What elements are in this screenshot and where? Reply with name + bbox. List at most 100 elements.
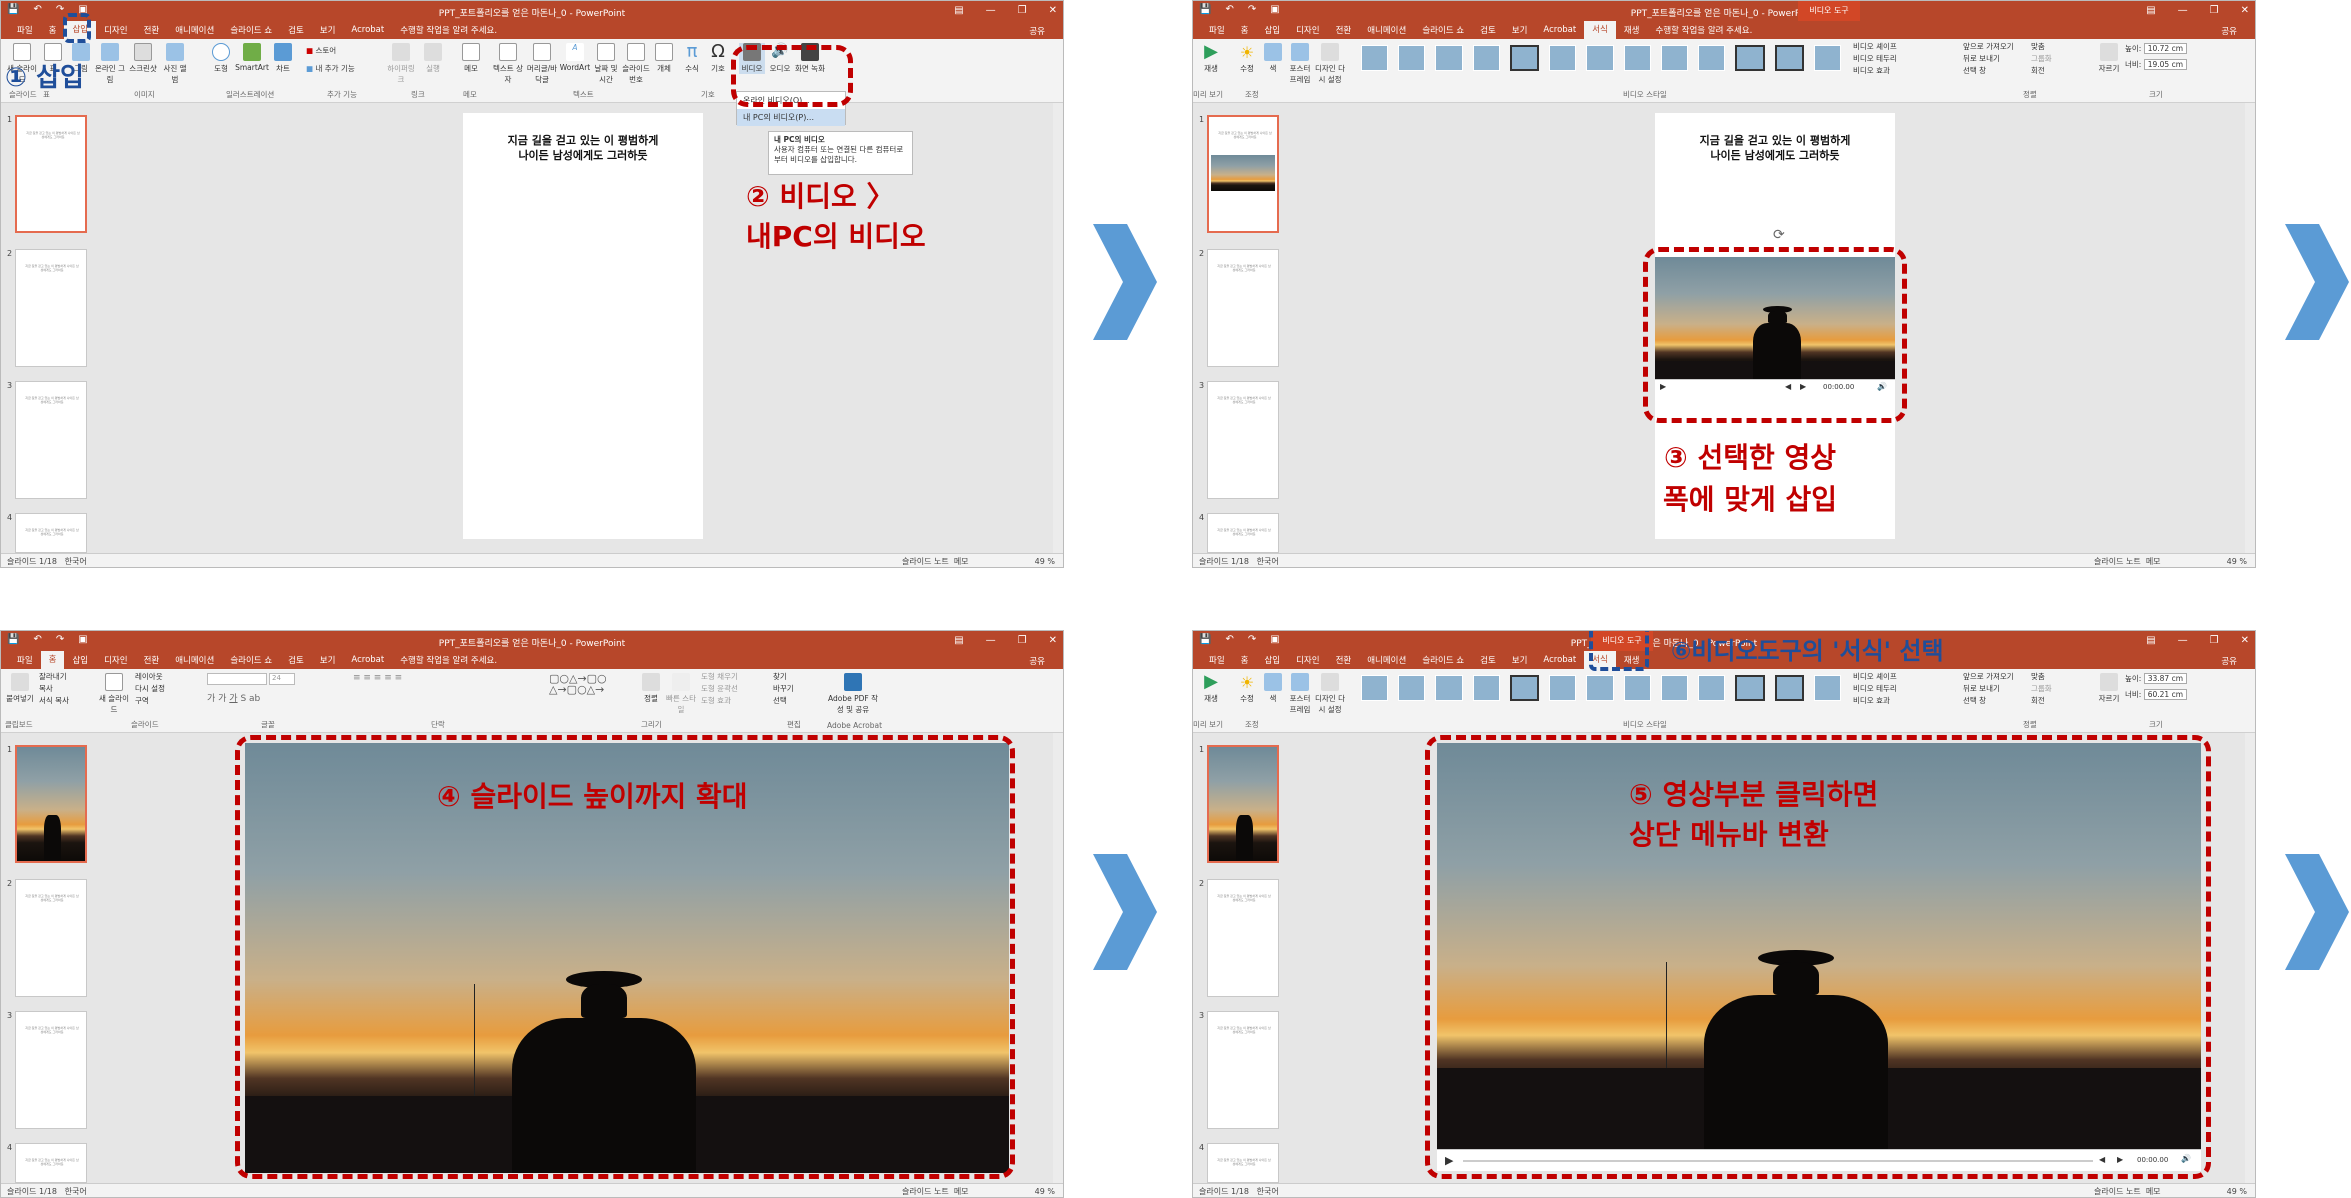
video-style-thumb[interactable] [1435,675,1463,701]
notes-button[interactable]: 슬라이드 노트 [902,1187,949,1196]
slide-canvas[interactable]: 지금 길을 걷고 있는 이 평범하게 나이든 남성에게도 그러하듯 [463,113,703,539]
tab-home[interactable]: 홈 [40,651,65,669]
minimize-icon[interactable]: — [2178,5,2188,16]
tab-review[interactable]: 검토 [1472,24,1504,36]
close-icon[interactable]: ✕ [2241,635,2249,646]
shape-effects-button[interactable]: 도형 효과 [701,695,761,706]
tab-transitions[interactable]: 전환 [136,654,168,666]
slide-thumbnail[interactable]: 지금 길을 걷고 있는 이 평범하게 나이든 남성에게도 그러하듯 [1207,381,1279,499]
video-style-thumb[interactable] [1398,45,1426,71]
crop-button[interactable]: 자르기 [2097,43,2121,74]
tab-review[interactable]: 검토 [280,24,312,36]
shape-fill-button[interactable]: 도형 채우기 [701,671,761,682]
ribbon-display-icon[interactable]: ▤ [954,5,963,16]
object-button[interactable]: 개체 [653,43,675,74]
tab-transitions[interactable]: 전환 [136,24,168,36]
textbox-button[interactable]: 텍스트 상자 [493,43,523,85]
minimize-icon[interactable]: — [986,5,996,16]
height-field[interactable]: 높이: 33.87 cm [2125,673,2205,684]
tab-design[interactable]: 디자인 [1288,654,1327,666]
comments-button[interactable]: 메모 [954,1187,969,1196]
language-indicator[interactable]: 한국어 [1257,1187,1279,1196]
comments-button[interactable]: 메모 [2146,1187,2161,1196]
shape-outline-button[interactable]: 도형 윤곽선 [701,683,761,694]
comments-button[interactable]: 메모 [954,557,969,566]
slide-thumbnail[interactable]: 지금 길을 걷고 있는 이 평범하게 나이든 남성에게도 그러하듯 [1207,249,1279,367]
group-button[interactable]: 그룹화 [2031,53,2071,64]
zoom-level[interactable]: 49 % [1035,557,1055,566]
tab-insert[interactable]: 삽입 [1256,654,1288,666]
notes-button[interactable]: 슬라이드 노트 [2094,557,2141,566]
video-style-thumb[interactable] [1586,45,1614,71]
format-painter-button[interactable]: 서식 복사 [39,695,89,706]
minimize-icon[interactable]: — [2178,635,2188,646]
symbol-button[interactable]: Ω 기호 [707,43,729,74]
find-button[interactable]: 찾기 [773,671,813,682]
tab-file[interactable]: 파일 [1201,654,1233,666]
slide-thumbnail[interactable] [15,745,87,863]
chart-button[interactable]: 차트 [271,43,295,74]
slide-thumbnail[interactable]: 지금 길을 걷고 있는 이 평범하게 나이든 남성에게도 그러하듯 [1207,513,1279,553]
share-button[interactable]: 공유 [2213,25,2245,37]
video-style-thumb[interactable] [1549,675,1577,701]
video-style-thumb[interactable] [1549,45,1577,71]
copy-button[interactable]: 복사 [39,683,89,694]
video-style-thumb[interactable] [1660,675,1689,701]
menu-item-video-on-my-pc[interactable]: 내 PC의 비디오(P)... [737,109,845,126]
tab-acrobat[interactable]: Acrobat [1535,25,1584,35]
tab-design[interactable]: 디자인 [1288,24,1327,36]
width-field[interactable]: 너비: 19.05 cm [2125,59,2205,70]
video-style-thumb[interactable] [1361,45,1389,71]
selection-pane-button[interactable]: 선택 창 [1963,695,2023,706]
comments-button[interactable]: 메모 [2146,557,2161,566]
video-style-thumb[interactable] [1472,45,1500,71]
tab-animations[interactable]: 애니메이션 [167,24,222,36]
tab-acrobat[interactable]: Acrobat [343,25,392,35]
tab-review[interactable]: 검토 [1472,654,1504,666]
video-style-thumb[interactable] [1813,45,1842,71]
restore-icon[interactable]: ❐ [1018,5,1027,16]
width-field[interactable]: 너비: 60.21 cm [2125,689,2205,700]
video-style-thumb[interactable] [1698,675,1726,701]
video-style-thumb[interactable] [1361,675,1389,701]
poster-frame-button[interactable]: 포스터 프레임 [1287,43,1313,85]
video-border-button[interactable]: 비디오 테두리 [1853,53,1913,64]
rotate-button[interactable]: 회전 [2031,695,2071,706]
tab-view[interactable]: 보기 [312,654,344,666]
tab-home[interactable]: 홈 [41,24,65,36]
corrections-button[interactable]: ☀ 수정 [1235,43,1259,74]
my-addins-button[interactable]: ■ 내 추가 기능 [306,63,366,74]
zoom-level[interactable]: 49 % [1035,1187,1055,1196]
tab-design[interactable]: 디자인 [96,24,135,36]
font-format-icons[interactable]: 가 가 가 S ab [207,691,260,704]
tab-insert[interactable]: 삽입 [1256,24,1288,36]
zoom-level[interactable]: 49 % [2227,557,2247,566]
tab-transitions[interactable]: 전환 [1328,654,1360,666]
tab-view[interactable]: 보기 [1504,654,1536,666]
tab-review[interactable]: 검토 [280,654,312,666]
restore-icon[interactable]: ❐ [2210,5,2219,16]
slide-thumbnail[interactable] [1207,745,1279,863]
rotate-button[interactable]: 회전 [2031,65,2071,76]
tell-me-box[interactable]: 수행할 작업을 알려 주세요. [1648,24,1761,36]
online-picture-button[interactable]: 온라인 그림 [95,43,125,85]
slide-thumbnail[interactable]: 지금 길을 걷고 있는 이 평범하게 나이든 남성에게도 그러하듯 [15,381,87,499]
comment-button[interactable]: 메모 [459,43,483,74]
color-button[interactable]: 색 [1261,673,1285,704]
video-effects-button[interactable]: 비디오 효과 [1853,695,1913,706]
tab-animations[interactable]: 애니메이션 [167,654,222,666]
font-name-box[interactable] [207,673,267,685]
ribbon-display-icon[interactable]: ▤ [2146,5,2155,16]
tab-slideshow[interactable]: 슬라이드 쇼 [222,24,280,36]
notes-button[interactable]: 슬라이드 노트 [2094,1187,2141,1196]
video-styles-gallery[interactable] [1361,675,1842,701]
video-effects-button[interactable]: 비디오 효과 [1853,65,1913,76]
video-style-thumb[interactable] [1472,675,1500,701]
vertical-scrollbar[interactable] [1053,733,1063,1185]
video-style-thumb[interactable] [1509,45,1540,71]
selection-pane-button[interactable]: 선택 창 [1963,65,2023,76]
arrange-button[interactable]: 정렬 [639,673,663,704]
send-backward-button[interactable]: 뒤로 보내기 [1963,53,2023,64]
date-time-button[interactable]: 날짜 및 시간 [593,43,619,85]
color-button[interactable]: 색 [1261,43,1285,74]
